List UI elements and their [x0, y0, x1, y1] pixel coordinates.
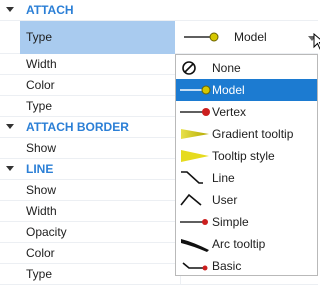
basic-icon — [182, 262, 208, 271]
section-label: ATTACH BORDER — [26, 120, 129, 134]
property-name: Type — [26, 267, 53, 281]
user-icon — [180, 193, 202, 206]
dropdown-option-line[interactable]: Line — [176, 167, 317, 189]
property-name: Show — [26, 141, 57, 155]
dropdown-option-none[interactable]: None — [176, 57, 317, 79]
dropdown-option-model[interactable]: Model — [176, 79, 317, 101]
property-row-type[interactable]: Type Model — [0, 21, 320, 54]
property-name: Type — [26, 99, 53, 113]
property-name: Opacity — [26, 225, 67, 239]
property-name: Width — [26, 204, 57, 218]
property-name: Width — [26, 57, 57, 71]
none-icon — [182, 61, 196, 75]
gradient-tooltip-icon — [181, 129, 209, 139]
dropdown-option-vertex[interactable]: Vertex — [176, 101, 317, 123]
property-name: Type — [26, 30, 53, 44]
dropdown-option-user[interactable]: User — [176, 189, 317, 211]
selected-value: Model — [234, 30, 267, 44]
model-icon — [184, 32, 219, 42]
tooltip-style-icon — [181, 150, 209, 162]
vertex-icon — [180, 108, 210, 116]
mouse-cursor-icon — [313, 33, 320, 50]
dropdown-option-arc-tooltip[interactable]: Arc tooltip — [176, 233, 317, 255]
property-name: Show — [26, 183, 57, 197]
collapse-triangle-icon[interactable] — [6, 7, 14, 12]
arc-tooltip-icon — [181, 239, 209, 252]
model-icon — [180, 85, 211, 95]
line-icon — [181, 171, 203, 184]
collapse-triangle-icon[interactable] — [6, 124, 14, 129]
section-attach[interactable]: ATTACH — [0, 0, 318, 21]
dropdown-option-basic[interactable]: Basic — [176, 255, 317, 277]
collapse-triangle-icon[interactable] — [6, 166, 14, 171]
section-label: LINE — [26, 162, 54, 176]
dropdown-option-simple[interactable]: Simple — [176, 211, 317, 233]
type-value-dropdown[interactable]: Model — [182, 21, 320, 54]
dropdown-option-gradient-tooltip[interactable]: Gradient tooltip — [176, 123, 317, 145]
type-dropdown-list: None Model Vertex Gradient tooltip Toolt… — [175, 54, 318, 276]
property-name: Color — [26, 78, 55, 92]
simple-icon — [180, 219, 208, 225]
section-label: ATTACH — [26, 3, 74, 17]
property-name: Color — [26, 246, 55, 260]
dropdown-option-tooltip-style[interactable]: Tooltip style — [176, 145, 317, 167]
